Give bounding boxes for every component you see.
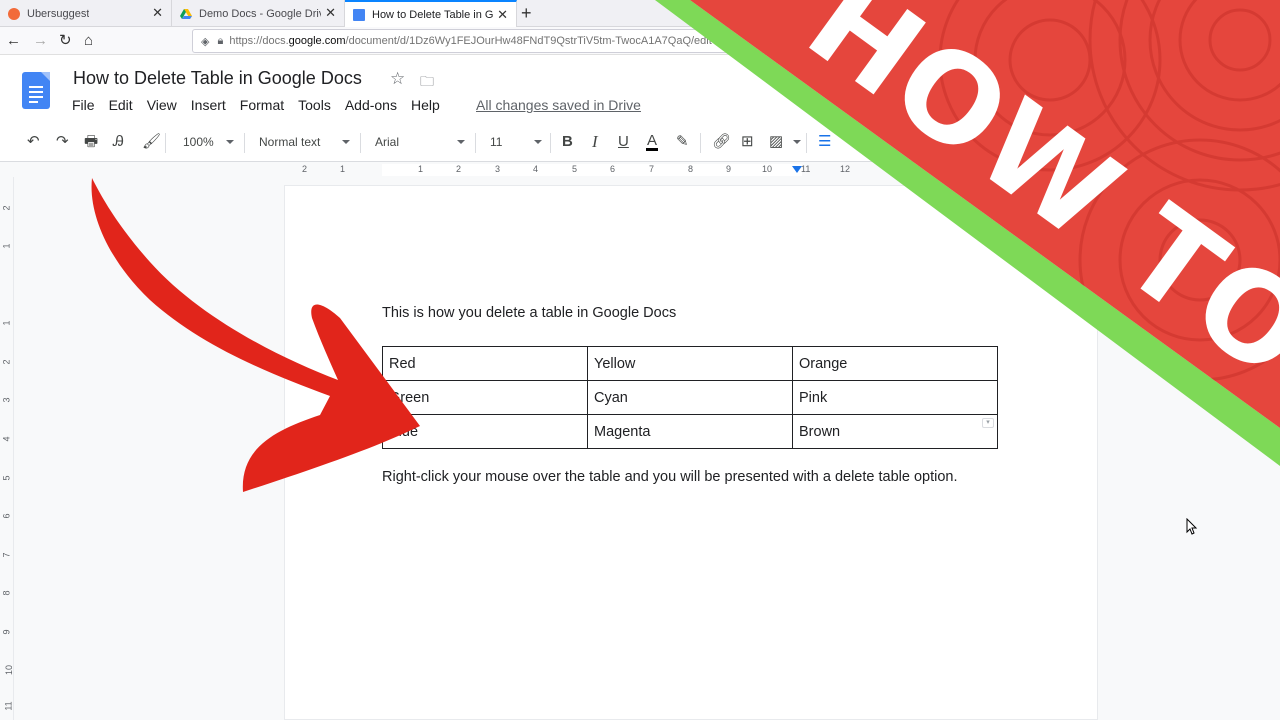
- how-to-banner: [655, 0, 1280, 466]
- mouse-cursor-icon: [1186, 518, 1198, 535]
